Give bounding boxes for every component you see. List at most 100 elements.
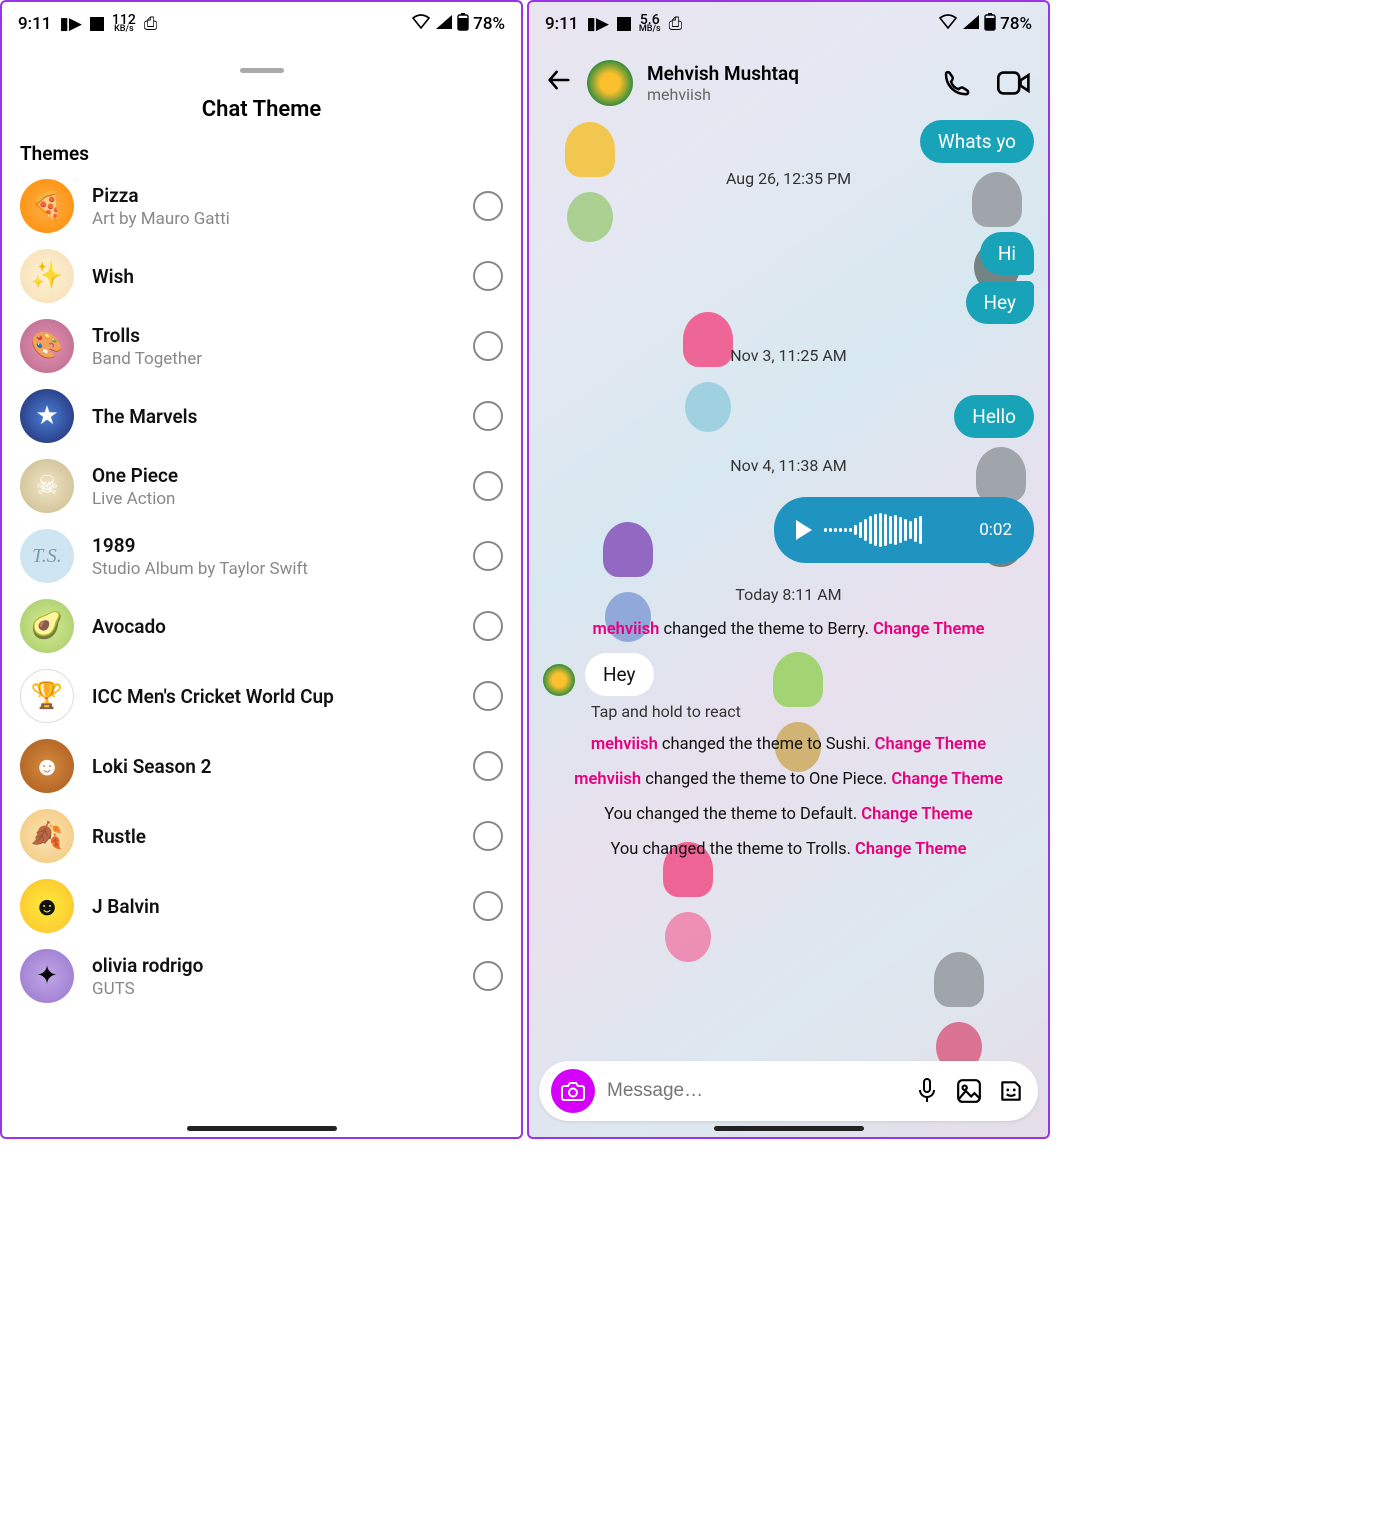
change-theme-link[interactable]: Change Theme (873, 620, 984, 639)
theme-title: Loki Season 2 (92, 755, 455, 778)
theme-icon: T.S. (20, 529, 74, 583)
sticker-icon[interactable] (996, 1076, 1026, 1106)
change-theme-link[interactable]: Change Theme (891, 770, 1002, 789)
home-indicator[interactable] (187, 1126, 337, 1131)
theme-radio[interactable] (473, 681, 503, 711)
theme-radio[interactable] (473, 751, 503, 781)
theme-radio[interactable] (473, 471, 503, 501)
themes-section-label: Themes (20, 142, 521, 165)
theme-row-avocado[interactable]: 🥑 Avocado (2, 591, 521, 661)
theme-icon: 🍂 (20, 809, 74, 863)
theme-icon: ☻ (20, 739, 74, 793)
theme-radio[interactable] (473, 821, 503, 851)
home-indicator[interactable] (714, 1126, 864, 1131)
bg-troll-sprite (920, 972, 998, 1072)
wifi-icon (938, 14, 958, 35)
status-bar: 9:11 ▮▶ 112 KB/s ⎙ 78% (2, 2, 521, 46)
theme-row-olivia[interactable]: ✦ olivia rodrigo GUTS (2, 941, 521, 1011)
theme-subtitle: Studio Album by Taylor Swift (92, 559, 455, 579)
timestamp: Nov 3, 11:25 AM (543, 346, 1034, 365)
left-screen: 9:11 ▮▶ 112 KB/s ⎙ 78% Chat Theme Themes (0, 0, 523, 1139)
theme-row-onepiece[interactable]: ☠ One Piece Live Action (2, 451, 521, 521)
avatar[interactable] (587, 60, 633, 106)
timestamp: Aug 26, 12:35 PM (543, 169, 1034, 188)
message-input[interactable] (607, 1080, 900, 1102)
sheet-title: Chat Theme (2, 97, 521, 122)
status-time: 9:11 (18, 14, 51, 34)
theme-title: Trolls (92, 324, 455, 347)
audio-call-icon[interactable] (938, 65, 974, 101)
theme-row-marvels[interactable]: ★ The Marvels (2, 381, 521, 451)
avatar[interactable] (543, 664, 575, 696)
outgoing-bubble[interactable]: Hello (954, 395, 1034, 438)
theme-title: Pizza (92, 184, 455, 207)
theme-subtitle: GUTS (92, 979, 455, 999)
theme-title: One Piece (92, 464, 455, 487)
outgoing-bubble[interactable]: Hi (980, 232, 1034, 275)
theme-subtitle: Live Action (92, 489, 455, 509)
theme-radio[interactable] (473, 401, 503, 431)
theme-title: olivia rodrigo (92, 954, 455, 977)
theme-icon: ★ (20, 389, 74, 443)
header-username: mehviish (647, 85, 924, 104)
status-square-icon (617, 17, 631, 31)
system-message: You changed the theme to Default. Change… (549, 803, 1028, 826)
status-speed: 112 KB/s (112, 15, 136, 33)
theme-radio[interactable] (473, 261, 503, 291)
theme-row-1989[interactable]: T.S. 1989 Studio Album by Taylor Swift (2, 521, 521, 591)
incoming-bubble[interactable]: Hey (585, 653, 654, 696)
theme-title: The Marvels (92, 405, 455, 428)
status-square-icon (90, 17, 104, 31)
back-arrow-icon[interactable] (545, 66, 573, 101)
change-theme-link[interactable]: Change Theme (875, 735, 986, 754)
mic-icon[interactable] (912, 1076, 942, 1106)
theme-row-trolls[interactable]: 🎨 Trolls Band Together (2, 311, 521, 381)
chat-body[interactable]: Whats yo Aug 26, 12:35 PM Hi Hey Nov 3, … (529, 120, 1048, 861)
theme-radio[interactable] (473, 331, 503, 361)
theme-radio[interactable] (473, 961, 503, 991)
battery-icon (984, 13, 996, 36)
theme-subtitle: Band Together (92, 349, 455, 369)
battery-pct: 78% (473, 14, 505, 34)
status-time: 9:11 (545, 14, 578, 34)
theme-title: Wish (92, 265, 455, 288)
change-theme-link[interactable]: Change Theme (855, 840, 966, 859)
timestamp: Nov 4, 11:38 AM (543, 456, 1034, 475)
outgoing-bubble[interactable]: Whats yo (920, 120, 1034, 163)
status-battery-small-icon: ⎙ (144, 14, 158, 34)
gallery-icon[interactable] (954, 1076, 984, 1106)
theme-radio[interactable] (473, 541, 503, 571)
theme-icon: 🥑 (20, 599, 74, 653)
theme-icon: ☠ (20, 459, 74, 513)
status-notif-icon: ▮▶ (59, 14, 81, 34)
status-speed: 5.6 MB/s (639, 15, 661, 33)
theme-title: 1989 (92, 534, 455, 557)
theme-row-rustle[interactable]: 🍂 Rustle (2, 801, 521, 871)
voice-duration: 0:02 (979, 520, 1012, 540)
header-user[interactable]: Mehvish Mushtaq mehviish (647, 62, 924, 104)
react-hint: Tap and hold to react (591, 702, 1034, 721)
theme-row-jbalvin[interactable]: ☻ J Balvin (2, 871, 521, 941)
system-message: mehviish changed the theme to Sushi. Cha… (549, 733, 1028, 756)
incoming-row: Hey (543, 653, 1034, 696)
theme-row-icc[interactable]: 🏆 ICC Men's Cricket World Cup (2, 661, 521, 731)
theme-icon: 🎨 (20, 319, 74, 373)
camera-button[interactable] (551, 1069, 595, 1113)
theme-radio[interactable] (473, 191, 503, 221)
message-composer (539, 1061, 1038, 1121)
video-call-icon[interactable] (996, 65, 1032, 101)
theme-radio[interactable] (473, 611, 503, 641)
theme-row-loki[interactable]: ☻ Loki Season 2 (2, 731, 521, 801)
battery-icon (457, 13, 469, 36)
theme-radio[interactable] (473, 891, 503, 921)
theme-icon: 🏆 (20, 669, 74, 723)
theme-row-pizza[interactable]: 🍕 Pizza Art by Mauro Gatti (2, 171, 521, 241)
outgoing-bubble[interactable]: Hey (966, 281, 1035, 324)
theme-row-wish[interactable]: ✨ Wish (2, 241, 521, 311)
sheet-pull-handle[interactable] (240, 68, 284, 73)
header-name: Mehvish Mushtaq (647, 62, 924, 85)
voice-message[interactable]: 0:02 (774, 497, 1034, 563)
system-message: mehviish changed the theme to Berry. Cha… (549, 618, 1028, 641)
change-theme-link[interactable]: Change Theme (861, 805, 972, 824)
play-icon[interactable] (796, 520, 812, 540)
